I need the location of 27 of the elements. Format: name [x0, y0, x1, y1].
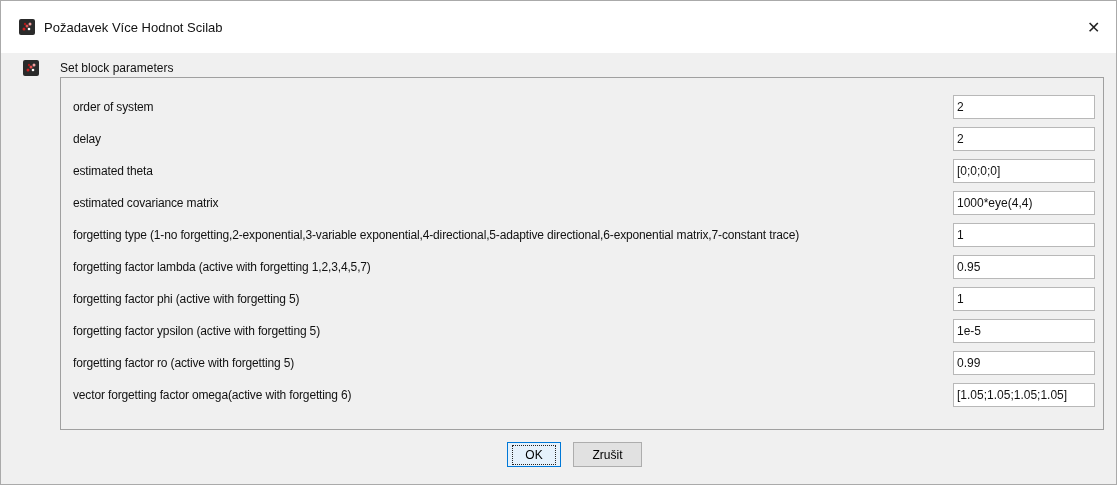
input-field[interactable]: 0.95	[953, 255, 1095, 279]
input-field[interactable]: 1e-5	[953, 319, 1095, 343]
input-field[interactable]: 2	[953, 127, 1095, 151]
dialog-button[interactable]: OK	[507, 442, 561, 467]
input-field[interactable]: 1	[953, 223, 1095, 247]
parameter-label: estimated covariance matrix	[73, 196, 219, 210]
input-field[interactable]: [1.05;1.05;1.05;1.05]	[953, 383, 1095, 407]
parameter-label: forgetting factor phi (active with forgetting 5)	[73, 292, 300, 306]
window-title: Požadavek Více Hodnot Scilab	[44, 19, 223, 35]
parameter-label: delay	[73, 132, 101, 146]
parameter-label: forgetting type (1-no forgetting,2-exponential,3-variable exponential,4-directional,5-adaptive directional,6-exponential matrix,7-constant trace)	[73, 228, 799, 242]
app-icon	[19, 19, 35, 35]
parameter-label: order of system	[73, 100, 154, 114]
parameter-label: forgetting factor lambda (active with forgetting 1,2,3,4,5,7)	[73, 260, 371, 274]
close-button[interactable]: ✕	[1078, 12, 1108, 42]
parameter-label: forgetting factor ro (active with forgetting 5)	[73, 356, 295, 370]
input-field[interactable]: 1	[953, 287, 1095, 311]
parameter-label: estimated theta	[73, 164, 153, 178]
app-icon	[23, 60, 39, 76]
parameter-label: forgetting factor ypsilon (active with forgetting 5)	[73, 324, 320, 338]
input-field[interactable]: 2	[953, 95, 1095, 119]
input-field[interactable]: [0;0;0;0]	[953, 159, 1095, 183]
parameter-label: vector forgetting factor omega(active with forgetting 6)	[73, 388, 352, 402]
dialog-header: Set block parameters	[60, 61, 174, 75]
dialog-button[interactable]: Zrušit	[573, 442, 642, 467]
input-field[interactable]: 1000*eye(4,4)	[953, 191, 1095, 215]
input-field[interactable]: 0.99	[953, 351, 1095, 375]
